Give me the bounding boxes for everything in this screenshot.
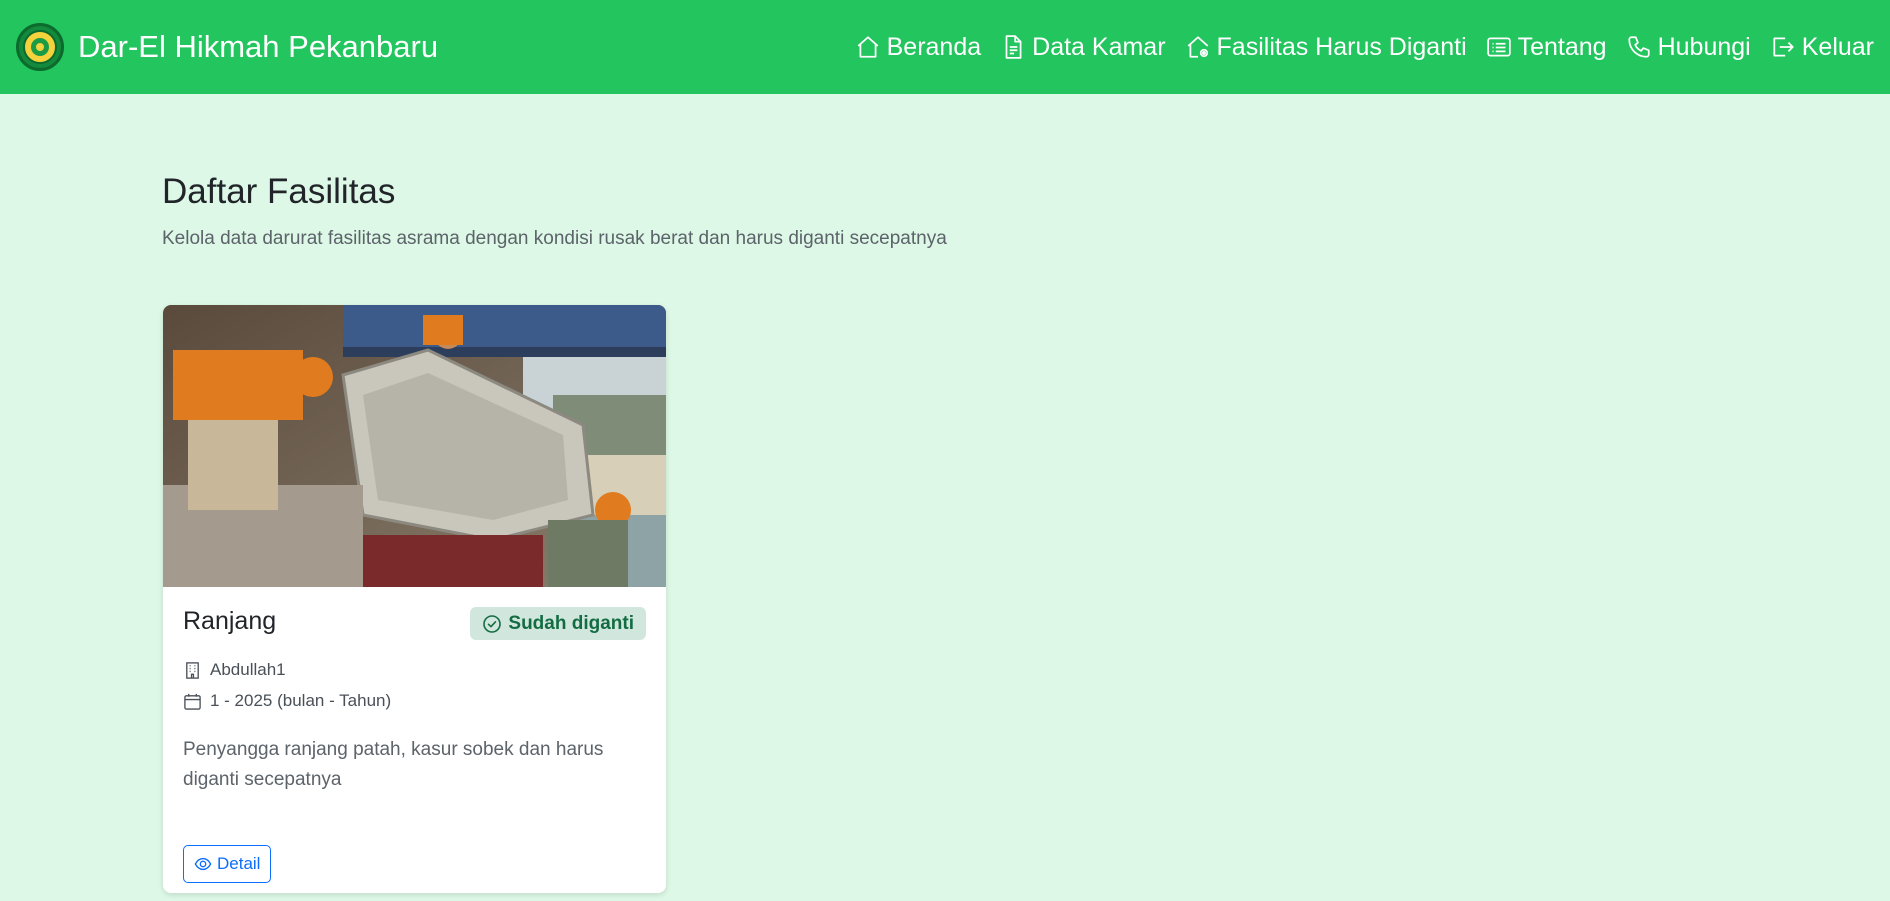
facility-photo xyxy=(163,305,666,587)
brand[interactable]: Dar-El Hikmah Pekanbaru xyxy=(16,23,438,71)
facility-card: Ranjang Sudah diganti Abdullah1 1 - 2025… xyxy=(163,305,666,893)
nav-item-tentang[interactable]: Tentang xyxy=(1486,33,1607,62)
nav-item-hubungi[interactable]: Hubungi xyxy=(1626,33,1751,62)
house-gear-icon xyxy=(1187,36,1208,58)
list-card-icon xyxy=(1486,37,1511,57)
document-icon xyxy=(1005,35,1022,59)
navbar: Dar-El Hikmah Pekanbaru Beranda Data Kam… xyxy=(0,0,1890,94)
eye-icon xyxy=(194,857,212,871)
status-badge: Sudah diganti xyxy=(470,607,646,640)
room-name: Abdullah1 xyxy=(210,660,286,679)
nav-item-beranda[interactable]: Beranda xyxy=(855,32,982,62)
building-icon xyxy=(186,661,199,679)
detail-label: Detail xyxy=(217,854,261,873)
nav-label: Hubungi xyxy=(1657,32,1751,61)
nav-label: Tentang xyxy=(1517,32,1607,61)
brand-name: Dar-El Hikmah Pekanbaru xyxy=(78,29,439,64)
logout-icon xyxy=(1773,37,1794,57)
nav-label: Beranda xyxy=(886,32,982,61)
nav-item-keluar[interactable]: Keluar xyxy=(1770,33,1874,62)
calendar-icon xyxy=(184,693,201,710)
school-emblem-icon xyxy=(16,23,64,71)
nav-label: Fasilitas Harus Diganti xyxy=(1216,32,1467,61)
phone-icon xyxy=(1627,36,1650,58)
card-description: Penyangga ranjang patah, kasur sobek dan… xyxy=(183,739,604,790)
nav-item-fasilitas[interactable]: Fasilitas Harus Diganti xyxy=(1185,33,1467,62)
nav-label: Data Kamar xyxy=(1032,32,1166,61)
check-circle-icon xyxy=(483,614,502,633)
room-row: Abdullah1 xyxy=(183,660,286,680)
status-label: Sudah diganti xyxy=(508,612,634,634)
nav-links: Beranda Data Kamar Fasilitas Harus Digan… xyxy=(855,33,1874,62)
page-subtitle: Kelola data darurat fasilitas asrama den… xyxy=(162,228,947,249)
house-icon xyxy=(857,36,878,58)
card-title: Ranjang xyxy=(183,607,277,635)
nav-label: Keluar xyxy=(1801,32,1874,61)
period-text: 1 - 2025 (bulan - Tahun) xyxy=(210,691,392,710)
period-row: 1 - 2025 (bulan - Tahun) xyxy=(183,691,391,711)
nav-item-data-kamar[interactable]: Data Kamar xyxy=(1000,32,1166,62)
detail-button[interactable]: Detail xyxy=(183,845,272,883)
page-title: Daftar Fasilitas xyxy=(162,172,396,211)
